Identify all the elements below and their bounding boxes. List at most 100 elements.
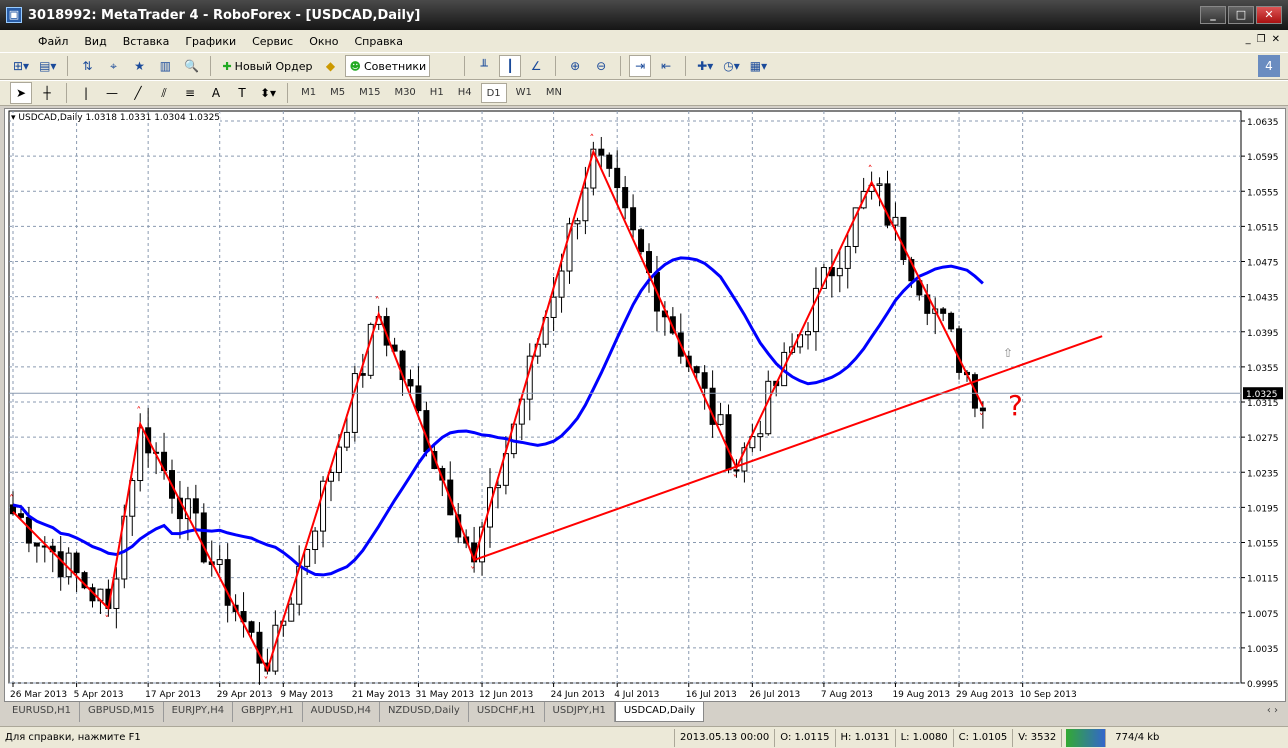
title-bar: ▣ 3018992: MetaTrader 4 - RoboForex - [U… <box>0 0 1288 30</box>
candle-body <box>113 578 120 609</box>
new-order-icon: ✚ <box>222 59 232 73</box>
minimize-button[interactable]: _ <box>1200 6 1226 24</box>
menu-charts[interactable]: Графики <box>177 35 244 48</box>
timeframe-mn[interactable]: MN <box>541 83 567 103</box>
y-tick-label: 1.0035 <box>1247 645 1279 655</box>
periods-icon[interactable]: ◷▾ <box>720 55 743 77</box>
menu-help[interactable]: Справка <box>346 35 410 48</box>
tab-gbpusd-m15[interactable]: GBPUSD,M15 <box>80 702 164 722</box>
x-tick-label: 17 Apr 2013 <box>145 690 201 700</box>
terminal-icon[interactable]: ▥ <box>154 55 176 77</box>
timeframe-d1[interactable]: D1 <box>480 83 507 103</box>
timeframe-m1[interactable]: M1 <box>296 83 321 103</box>
chart-shift-icon[interactable]: ⇤ <box>655 55 677 77</box>
text-label-icon[interactable]: T <box>231 82 253 104</box>
x-tick-label: 12 Jun 2013 <box>479 690 533 700</box>
y-tick-label: 1.0075 <box>1247 610 1279 620</box>
trendline-icon[interactable]: ╱ <box>127 82 149 104</box>
auto-scroll-icon[interactable]: ⇥ <box>629 55 652 77</box>
x-tick-label: 10 Sep 2013 <box>1020 690 1077 700</box>
candle-body <box>33 542 40 547</box>
status-volume: V: 3532 <box>1013 728 1063 747</box>
new-order-button[interactable]: ✚ Новый Ордер <box>219 55 315 77</box>
x-tick-label: 9 May 2013 <box>280 690 333 700</box>
mdi-minimize-button[interactable]: _ <box>1246 34 1251 45</box>
new-chart-icon[interactable]: ⊞▾ <box>10 55 32 77</box>
tab-nzdusd-daily[interactable]: NZDUSD,Daily <box>380 702 469 722</box>
tab-scroll-arrows[interactable]: ‹ › <box>1259 702 1286 722</box>
arrows-icon[interactable]: ⬍▾ <box>257 82 279 104</box>
candlestick-icon[interactable]: ┃ <box>499 55 522 77</box>
status-close: C: 1.0105 <box>954 728 1014 747</box>
timeframe-m30[interactable]: M30 <box>389 83 420 103</box>
chat-icon[interactable]: 4 <box>1258 55 1280 77</box>
indicators-icon[interactable]: ✚▾ <box>694 55 716 77</box>
candle-body <box>582 187 589 222</box>
tab-eurusd-h1[interactable]: EURUSD,H1 <box>4 702 81 722</box>
candle-body <box>876 183 883 186</box>
maximize-button[interactable]: □ <box>1228 6 1254 24</box>
mdi-restore-button[interactable]: ❐ <box>1257 34 1266 45</box>
candle-body <box>940 308 947 314</box>
horizontal-line-icon[interactable]: — <box>101 82 123 104</box>
profiles-icon[interactable]: ▤▾ <box>36 55 59 77</box>
candle-body <box>630 207 637 231</box>
text-icon[interactable]: A <box>205 82 227 104</box>
data-window-icon[interactable]: ⌖ <box>102 55 124 77</box>
timeframe-w1[interactable]: W1 <box>511 83 537 103</box>
navigator-icon[interactable]: ★ <box>128 55 150 77</box>
close-button[interactable]: ✕ <box>1256 6 1282 24</box>
candle-body <box>638 229 645 253</box>
line-chart-icon[interactable]: ∠ <box>525 55 547 77</box>
candle-body <box>836 267 843 277</box>
menu-window[interactable]: Окно <box>301 35 346 48</box>
timeframe-h1[interactable]: H1 <box>425 83 449 103</box>
tab-usdjpy-h1[interactable]: USDJPY,H1 <box>545 702 615 722</box>
tab-usdchf-h1[interactable]: USDCHF,H1 <box>469 702 545 722</box>
candle-body <box>701 372 708 389</box>
alert-icon[interactable]: ◆ <box>319 55 341 77</box>
timeframe-m15[interactable]: M15 <box>354 83 385 103</box>
chart-window[interactable]: 1.0635 1.0595 1.0555 1.0515 1.0475 1.0435 1.03… <box>4 108 1286 702</box>
candle-body <box>900 216 907 261</box>
vertical-line-icon[interactable]: | <box>75 82 97 104</box>
timeframe-m5[interactable]: M5 <box>325 83 350 103</box>
y-tick-label: 1.0115 <box>1247 575 1279 585</box>
tab-audusd-h4[interactable]: AUDUSD,H4 <box>303 702 380 722</box>
zoom-in-icon[interactable]: ⊕ <box>564 55 586 77</box>
tab-gbpjpy-h1[interactable]: GBPJPY,H1 <box>233 702 303 722</box>
cursor-icon[interactable]: ➤ <box>10 82 32 104</box>
market-watch-icon[interactable]: ⇅ <box>76 55 98 77</box>
x-tick-label: 7 Aug 2013 <box>821 690 873 700</box>
tab-usdcad-daily[interactable]: USDCAD,Daily <box>614 702 705 722</box>
candle-body <box>979 407 986 412</box>
experts-button[interactable]: ☻ Советники <box>345 55 431 77</box>
crosshair-icon[interactable]: ┼ <box>36 82 58 104</box>
menu-file[interactable]: Файл <box>30 35 76 48</box>
price-chart[interactable]: 1.0635 1.0595 1.0555 1.0515 1.0475 1.0435 1.03… <box>5 109 1287 703</box>
menu-tools[interactable]: Сервис <box>244 35 301 48</box>
status-bar: Для справки, нажмите F1 2013.05.13 00:00… <box>0 726 1288 748</box>
candle-body <box>956 328 963 373</box>
timeframe-h4[interactable]: H4 <box>453 83 477 103</box>
status-low: L: 1.0080 <box>896 728 954 747</box>
fibonacci-icon[interactable]: ≡ <box>179 82 201 104</box>
bar-chart-icon[interactable]: ╨ <box>473 55 495 77</box>
status-help: Для справки, нажмите F1 <box>0 728 675 747</box>
y-tick-label: 1.0515 <box>1247 223 1279 233</box>
mdi-close-button[interactable]: ✕ <box>1272 34 1280 45</box>
zoom-out-icon[interactable]: ⊖ <box>590 55 612 77</box>
x-tick-label: 19 Aug 2013 <box>892 690 950 700</box>
status-datetime: 2013.05.13 00:00 <box>675 728 776 747</box>
y-tick-label: 1.0195 <box>1247 504 1279 514</box>
templates-icon[interactable]: ▦▾ <box>747 55 770 77</box>
menu-insert[interactable]: Вставка <box>115 35 178 48</box>
tester-icon[interactable]: 🔍 <box>180 55 202 77</box>
equidistant-channel-icon[interactable]: ⫽ <box>153 82 175 104</box>
candle-body <box>312 530 319 551</box>
candle-body <box>765 380 772 435</box>
menu-view[interactable]: Вид <box>76 35 114 48</box>
fractal-down-icon: ˅ <box>263 675 268 687</box>
candle-body <box>200 512 207 563</box>
tab-eurjpy-h4[interactable]: EURJPY,H4 <box>164 702 234 722</box>
